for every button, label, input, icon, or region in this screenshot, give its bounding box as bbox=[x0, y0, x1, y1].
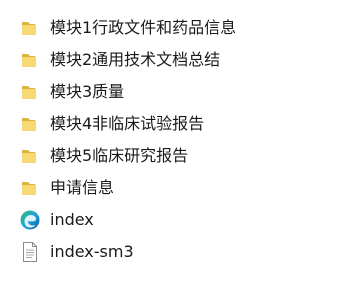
item-label: 模块4非临床试验报告 bbox=[50, 114, 205, 133]
item-label: index bbox=[50, 210, 94, 229]
folder-icon bbox=[19, 113, 41, 135]
item-label: 模块1行政文件和药品信息 bbox=[50, 18, 237, 37]
folder-item[interactable]: 模块3质量 bbox=[0, 76, 354, 108]
folder-item[interactable]: 模块5临床研究报告 bbox=[0, 140, 354, 172]
folder-icon bbox=[19, 17, 41, 39]
folder-item[interactable]: 申请信息 bbox=[0, 172, 354, 204]
html-file-item[interactable]: index bbox=[0, 204, 354, 236]
edge-html-icon bbox=[19, 209, 41, 231]
folder-icon bbox=[19, 49, 41, 71]
folder-icon bbox=[19, 81, 41, 103]
text-file-icon bbox=[19, 241, 41, 263]
folder-item[interactable]: 模块4非临床试验报告 bbox=[0, 108, 354, 140]
file-list: 模块1行政文件和药品信息 模块2通用技术文档总结 模块3质量 模块4非临床试验报… bbox=[0, 0, 354, 303]
text-file-item[interactable]: index-sm3 bbox=[0, 236, 354, 268]
folder-item[interactable]: 模块2通用技术文档总结 bbox=[0, 44, 354, 76]
folder-icon bbox=[19, 145, 41, 167]
item-label: 模块3质量 bbox=[50, 82, 125, 101]
item-label: 模块5临床研究报告 bbox=[50, 146, 189, 165]
folder-icon bbox=[19, 177, 41, 199]
item-label: 申请信息 bbox=[50, 178, 115, 197]
item-label: index-sm3 bbox=[50, 242, 134, 261]
folder-item[interactable]: 模块1行政文件和药品信息 bbox=[0, 12, 354, 44]
item-label: 模块2通用技术文档总结 bbox=[50, 50, 221, 69]
